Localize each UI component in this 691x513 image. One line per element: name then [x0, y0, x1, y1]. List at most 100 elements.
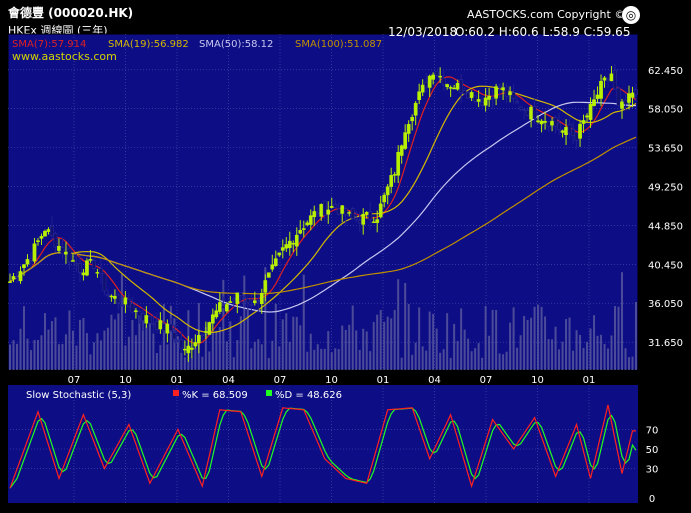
candle-down	[99, 268, 103, 274]
volume-bar	[505, 351, 508, 370]
volume-bar	[519, 335, 522, 370]
volume-bar	[582, 347, 585, 370]
candle-up	[378, 203, 383, 218]
candle-up	[183, 348, 187, 351]
candle-down	[245, 298, 250, 303]
candle-up	[284, 244, 289, 249]
volume-bar	[36, 339, 39, 370]
volume-bar	[421, 346, 424, 370]
volume-bar	[201, 356, 204, 370]
volume-bar	[330, 352, 333, 370]
volume-bar	[155, 353, 158, 370]
volume-bar	[215, 330, 218, 370]
candle-up	[217, 302, 222, 312]
volume-bar	[603, 344, 606, 370]
candle-up	[560, 130, 565, 133]
candle-up	[361, 213, 366, 225]
candle-up	[214, 310, 219, 318]
candle-up	[113, 296, 117, 299]
d-legend-swatch	[266, 390, 272, 396]
volume-bar	[477, 343, 480, 370]
volume-bar	[96, 333, 99, 370]
candle-up	[196, 334, 201, 344]
volume-bar	[498, 353, 501, 370]
volume-bar	[523, 316, 526, 370]
candle-up	[319, 204, 324, 217]
volume-bar	[15, 343, 18, 370]
candle-up	[32, 243, 37, 262]
volume-bar	[481, 357, 484, 370]
volume-bar	[495, 309, 498, 370]
volume-bar	[337, 349, 340, 370]
candle-up	[312, 211, 317, 218]
candle-down	[92, 260, 96, 269]
candle-down	[490, 97, 495, 100]
candle-up	[417, 91, 422, 101]
candle-up	[550, 120, 554, 126]
date-tick-label: 04	[428, 375, 441, 386]
candle-down	[242, 296, 247, 299]
volume-bar	[579, 334, 582, 370]
candle-up	[291, 243, 296, 245]
candle-down	[525, 110, 530, 116]
candle-up	[385, 186, 390, 196]
volume-bar	[568, 317, 571, 370]
candle-up	[578, 123, 582, 139]
volume-bar	[512, 307, 515, 370]
stochastic-tick-label: 50	[646, 445, 659, 456]
candle-down	[151, 323, 156, 326]
volume-bar	[488, 335, 491, 370]
volume-bar	[565, 319, 568, 370]
volume-bar	[617, 306, 620, 370]
volume-bar	[281, 319, 284, 370]
volume-bar	[446, 313, 449, 370]
volume-bar	[502, 354, 505, 370]
candle-down	[336, 208, 341, 215]
candle-up	[165, 323, 170, 334]
volume-bar	[110, 314, 113, 370]
website-link[interactable]: www.aastocks.com	[12, 50, 117, 63]
candle-up	[259, 293, 264, 305]
volume-bar	[134, 335, 137, 370]
volume-bar	[386, 316, 389, 370]
candle-down	[466, 92, 470, 99]
candle-up	[410, 117, 415, 122]
candle-up	[448, 87, 453, 89]
candle-up	[22, 264, 26, 268]
legend-sma19: SMA(19):56.982	[108, 39, 189, 50]
candle-up	[88, 258, 93, 261]
candle-up	[371, 221, 376, 224]
volume-bar	[544, 316, 547, 370]
volume-bar	[442, 349, 445, 370]
candle-up	[210, 314, 215, 324]
volume-bar	[449, 357, 452, 370]
volume-bar	[19, 328, 22, 370]
volume-bar	[169, 305, 172, 370]
candle-down	[368, 211, 373, 220]
volume-bar	[509, 322, 512, 370]
volume-bar	[540, 306, 543, 370]
volume-bar	[89, 354, 92, 370]
volume-bar	[586, 341, 589, 370]
k-legend-label: %K = 68.509	[182, 390, 248, 401]
volume-bar	[183, 357, 186, 370]
volume-bar	[624, 348, 627, 370]
volume-bar	[334, 348, 337, 370]
candle-down	[162, 323, 166, 331]
date-tick-label: 07	[480, 375, 493, 386]
volume-bar	[470, 351, 473, 370]
candle-down	[497, 85, 502, 88]
candle-down	[53, 233, 58, 248]
legend-sma7: SMA(7):57.914	[12, 39, 86, 50]
candle-down	[169, 323, 173, 331]
volume-bar	[218, 326, 221, 370]
volume-bar	[372, 321, 375, 370]
volume-bar	[78, 319, 81, 370]
candle-down	[613, 69, 617, 90]
date-tick-label: 01	[171, 375, 184, 386]
legend-sma50: SMA(50):58.12	[199, 39, 273, 50]
volume-bar	[33, 339, 36, 370]
volume-bar	[43, 313, 46, 370]
volume-bar	[106, 327, 109, 370]
date-tick-label: 01	[583, 375, 596, 386]
